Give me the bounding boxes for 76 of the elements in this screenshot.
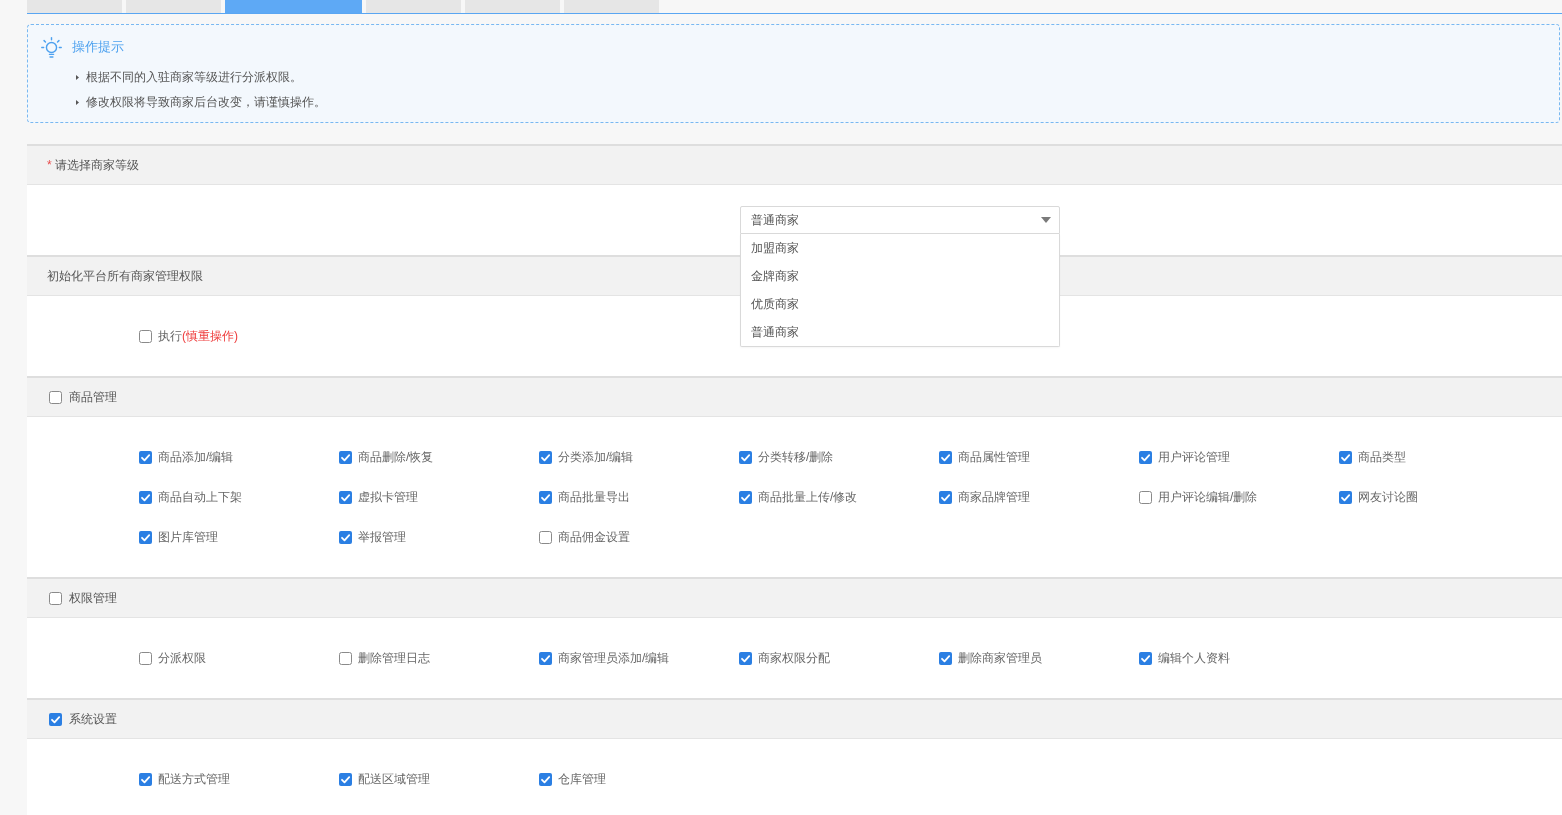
checkbox-label[interactable]: 虚拟卡管理 (358, 488, 418, 506)
checkbox-label[interactable]: 仓库管理 (558, 770, 606, 788)
checkbox[interactable] (49, 390, 62, 404)
checkbox[interactable] (139, 329, 152, 343)
dropdown-option[interactable]: 普通商家 (741, 318, 1059, 346)
checkbox[interactable] (1339, 490, 1352, 504)
checkbox[interactable] (139, 651, 152, 665)
checkbox[interactable] (139, 530, 152, 544)
checkbox[interactable] (339, 772, 352, 786)
checkbox-label[interactable]: 商品自动上下架 (158, 488, 242, 506)
checkbox-label[interactable]: 配送方式管理 (158, 770, 230, 788)
checkbox[interactable] (339, 530, 352, 544)
checkbox[interactable] (139, 490, 152, 504)
checkbox[interactable] (939, 651, 952, 665)
checkbox-label[interactable]: 分类转移/删除 (758, 448, 834, 466)
level-select[interactable]: 普通商家 (740, 206, 1060, 234)
checkbox[interactable] (539, 651, 552, 665)
checkbox[interactable] (539, 450, 552, 464)
checkbox-label[interactable]: 商家品牌管理 (958, 488, 1030, 506)
group-checkbox-label[interactable]: 商品管理 (69, 388, 117, 406)
lightbulb-icon (41, 36, 62, 58)
group-checkbox-label[interactable]: 权限管理 (69, 589, 117, 607)
checkbox[interactable] (339, 450, 352, 464)
checkbox[interactable] (49, 712, 62, 726)
checkbox-label[interactable]: 用户评论编辑/删除 (1158, 488, 1258, 506)
checkbox-label[interactable]: 网友讨论圈 (1358, 488, 1418, 506)
checkbox-label[interactable]: 商家管理员添加/编辑 (558, 649, 670, 667)
checkbox[interactable] (339, 490, 352, 504)
tips-title: 操作提示 (72, 38, 124, 56)
checkbox-label[interactable]: 分类添加/编辑 (558, 448, 634, 466)
checkbox-label[interactable]: 分派权限 (158, 649, 206, 667)
bullet-icon (76, 75, 79, 80)
dropdown-option[interactable]: 加盟商家 (741, 234, 1059, 262)
checkbox[interactable] (539, 490, 552, 504)
checkbox-label[interactable]: 商品属性管理 (958, 448, 1030, 466)
checkbox[interactable] (339, 651, 352, 665)
caret-icon (1041, 217, 1051, 223)
checkbox-label[interactable]: 执行 (158, 328, 182, 343)
checkbox-label[interactable]: 商品删除/恢复 (358, 448, 434, 466)
checkbox[interactable] (1139, 490, 1152, 504)
section-title: 初始化平台所有商家管理权限 (47, 267, 203, 285)
checkbox[interactable] (1139, 651, 1152, 665)
checkbox-label[interactable]: 商品佣金设置 (558, 528, 630, 546)
checkbox-label[interactable]: 商品添加/编辑 (158, 448, 234, 466)
checkbox-label[interactable]: 编辑个人资料 (1158, 649, 1230, 667)
checkbox-label[interactable]: 商品批量导出 (558, 488, 630, 506)
checkbox[interactable] (139, 772, 152, 786)
section-title: 请选择商家等级 (54, 156, 139, 174)
dropdown-option[interactable]: 优质商家 (741, 290, 1059, 318)
checkbox[interactable] (939, 450, 952, 464)
tips-text: 根据不同的入驻商家等级进行分派权限。 (86, 69, 302, 86)
checkbox-label[interactable]: 商品类型 (1358, 448, 1406, 466)
checkbox[interactable] (49, 591, 62, 605)
checkbox-label[interactable]: 举报管理 (358, 528, 406, 546)
checkbox-label[interactable]: 删除管理日志 (358, 649, 430, 667)
warning-text: (慎重操作) (182, 328, 238, 343)
checkbox[interactable] (939, 490, 952, 504)
dropdown-option[interactable]: 金牌商家 (741, 262, 1059, 290)
checkbox-label[interactable]: 配送区域管理 (358, 770, 430, 788)
checkbox-label[interactable]: 商品批量上传/修改 (758, 488, 858, 506)
checkbox[interactable] (1139, 450, 1152, 464)
checkbox[interactable] (539, 530, 552, 544)
checkbox-label[interactable]: 删除商家管理员 (958, 649, 1042, 667)
checkbox[interactable] (1339, 450, 1352, 464)
checkbox[interactable] (739, 651, 752, 665)
tips-text: 修改权限将导致商家后台改变，请谨慎操作。 (86, 94, 326, 111)
checkbox[interactable] (739, 450, 752, 464)
checkbox-label[interactable]: 商家权限分配 (758, 649, 830, 667)
checkbox[interactable] (739, 490, 752, 504)
group-checkbox-label[interactable]: 系统设置 (69, 710, 117, 728)
checkbox[interactable] (139, 450, 152, 464)
checkbox-label[interactable]: 图片库管理 (158, 528, 218, 546)
required-mark: * (47, 158, 52, 172)
checkbox[interactable] (539, 772, 552, 786)
checkbox-label[interactable]: 用户评论管理 (1158, 448, 1230, 466)
bullet-icon (76, 100, 79, 105)
